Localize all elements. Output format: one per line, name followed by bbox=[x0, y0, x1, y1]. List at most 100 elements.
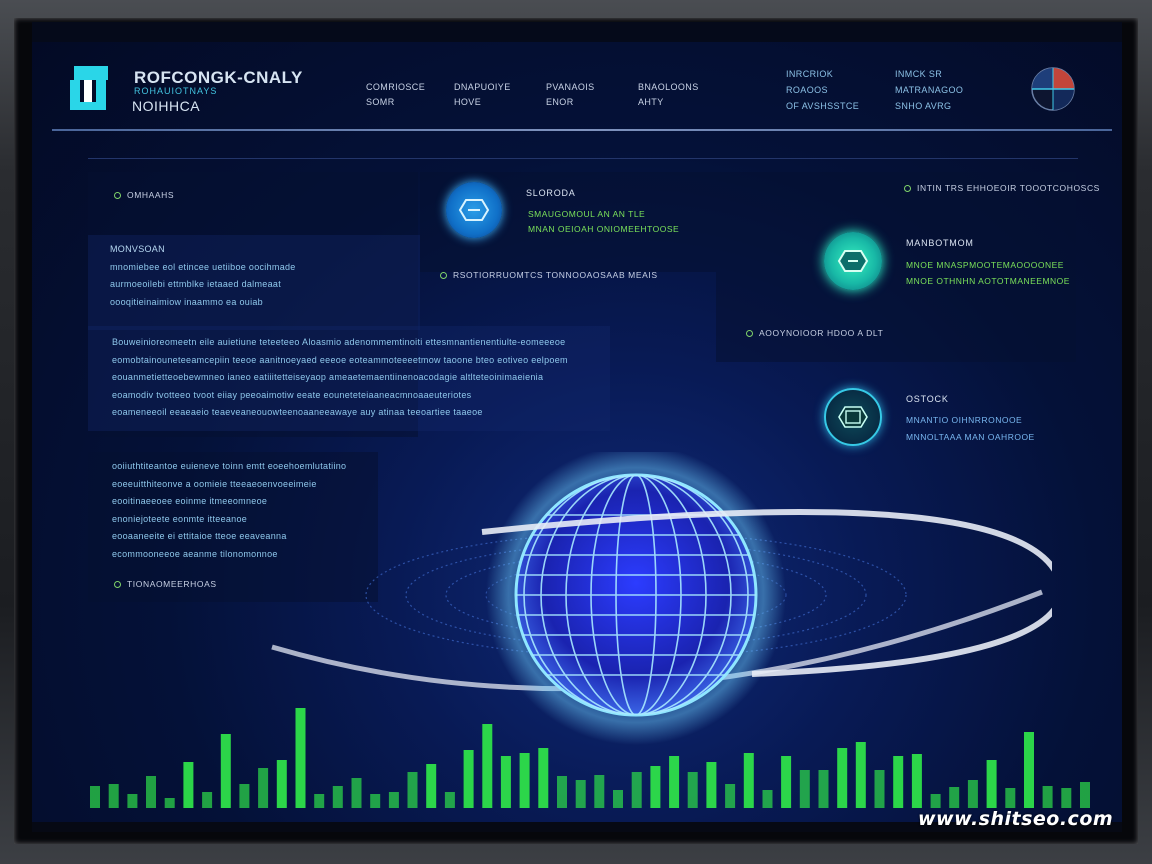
bar bbox=[519, 753, 530, 808]
bar bbox=[706, 762, 717, 808]
section-divider bbox=[88, 158, 1078, 159]
description-line: Bouweinioreomeetn eile auietiune teteete… bbox=[112, 337, 566, 347]
bar bbox=[1042, 786, 1053, 808]
bar bbox=[407, 772, 418, 808]
bar bbox=[1061, 788, 1072, 808]
bar bbox=[388, 792, 399, 808]
dashboard-screen: ROFCONGK-CNALY ROHAUIOTNAYS NOIHHCA COMR… bbox=[32, 22, 1122, 832]
bar bbox=[108, 784, 119, 808]
watermark-text: www.shitseo.com bbox=[918, 808, 1114, 830]
bar bbox=[332, 786, 343, 808]
bar bbox=[370, 794, 381, 808]
brand-tagline: ROHAUIOTNAYS bbox=[134, 86, 218, 96]
nav-item-2[interactable]: DNAPUOIYE HOVE bbox=[454, 80, 511, 110]
bar bbox=[463, 750, 474, 808]
hexagon-icon bbox=[837, 250, 869, 272]
bar bbox=[911, 754, 922, 808]
left-panel-header: OMHAAHS bbox=[114, 190, 174, 200]
bar bbox=[725, 784, 736, 808]
info-card-line: aurmoeoilebi ettmblke ietaaed dalmeaat bbox=[110, 279, 281, 289]
header-divider bbox=[52, 129, 1112, 131]
bar bbox=[874, 770, 885, 808]
right-action-button-1[interactable] bbox=[824, 232, 882, 290]
bar bbox=[613, 790, 623, 808]
bar bbox=[762, 790, 773, 808]
bar bbox=[818, 770, 829, 808]
globe-icon[interactable] bbox=[1030, 66, 1076, 112]
right-card-1-line: MNOE OTHNHN AOTOTMANEEMNOE bbox=[906, 276, 1070, 286]
right-card-2-title: OSTOCK bbox=[906, 394, 949, 404]
header-stats-a: INRCRIOK ROAOOS OF AVSHSSTCE bbox=[786, 66, 859, 114]
stat-b-1: INMCK SR bbox=[895, 69, 943, 79]
info-card-line: mnomiebee eol etincee uetiiboe oocihmade bbox=[110, 261, 296, 272]
bar bbox=[202, 792, 213, 808]
description-text: Bouweinioreomeetn eile auietiune teteete… bbox=[112, 334, 600, 422]
bar bbox=[781, 756, 792, 808]
bar bbox=[183, 762, 194, 808]
bar bbox=[949, 787, 960, 808]
bar bbox=[650, 766, 661, 808]
nav-item-2-sublabel: HOVE bbox=[454, 97, 482, 107]
stat-b-2: MATRANAGOO bbox=[895, 85, 964, 95]
bar bbox=[538, 748, 549, 808]
bar bbox=[314, 794, 325, 808]
right-action-button-2[interactable] bbox=[824, 388, 882, 446]
center-card-title: SLORODA bbox=[526, 188, 576, 198]
nav-item-1[interactable]: COMRIOSCE SOMR bbox=[366, 80, 425, 110]
bar bbox=[295, 708, 306, 808]
bar bbox=[1080, 782, 1090, 808]
info-card-line: oooqitieinaimiow inaammo ea ouiab bbox=[110, 296, 263, 307]
nav-item-3-sublabel: ENOR bbox=[546, 97, 574, 107]
bar bbox=[276, 760, 287, 808]
nav-item-1-label: COMRIOSCE bbox=[366, 82, 426, 92]
description-line: eomobtainouneteeamcepiin teeoe aanitnoey… bbox=[112, 354, 568, 365]
bar bbox=[743, 753, 754, 808]
nav-item-2-label: DNAPUOIYE bbox=[454, 82, 511, 92]
stat-a-2: ROAOOS bbox=[786, 85, 828, 95]
bar bbox=[258, 768, 269, 808]
bar bbox=[351, 778, 362, 808]
bar bbox=[500, 756, 511, 808]
hexagon-icon bbox=[458, 199, 490, 221]
right-card-2-line: MNNOLTAAA MAN OAHROOE bbox=[906, 432, 1035, 442]
bar bbox=[1024, 732, 1034, 808]
bar bbox=[986, 760, 997, 808]
hexagon-icon bbox=[838, 406, 868, 428]
center-action-button[interactable] bbox=[446, 182, 502, 238]
brand-subname: NOIHHCA bbox=[132, 98, 201, 114]
bar bbox=[220, 734, 231, 808]
stat-a-1: INRCRIOK bbox=[786, 69, 834, 79]
bar bbox=[1005, 788, 1016, 808]
bar bbox=[930, 794, 941, 808]
logo-icon[interactable] bbox=[66, 64, 112, 114]
bar bbox=[575, 780, 586, 808]
nav-item-4[interactable]: BNAOLOONS AHTY bbox=[638, 80, 699, 110]
bar bbox=[557, 776, 567, 808]
nav-item-3-label: PVANAOIS bbox=[546, 82, 595, 92]
right-card-1-line: MNOE MNASPMOOTEMAOOOONEE bbox=[906, 260, 1064, 270]
bar bbox=[893, 756, 904, 808]
center-divider-header: RSOTIORRUOMTCS TONNOOAOSAAB MEAIS bbox=[440, 270, 658, 280]
header-stats-b: INMCK SR MATRANAGOO SNHO AVRG bbox=[895, 66, 963, 114]
bar bbox=[837, 748, 848, 808]
bar bbox=[855, 742, 866, 808]
description-line: eoamodiv tvotteeo tvoot eiiay peeoaimoti… bbox=[112, 389, 472, 400]
bar bbox=[444, 792, 455, 808]
nav-item-1-sublabel: SOMR bbox=[366, 97, 395, 107]
bar bbox=[594, 775, 605, 808]
bar bbox=[669, 756, 680, 808]
bar bbox=[127, 794, 138, 808]
brand-name: ROFCONGK-CNALY bbox=[134, 68, 303, 87]
bar bbox=[146, 776, 156, 808]
right-panel-header: INTIN TRS EHHOEOIR TOOOTCOHOSCS bbox=[904, 183, 1100, 193]
description-line: eouanmetietteoebewmneo ianeo eatiiitette… bbox=[112, 372, 544, 382]
bar bbox=[164, 798, 175, 808]
nav-item-4-sublabel: AHTY bbox=[638, 97, 664, 107]
bar bbox=[799, 770, 810, 808]
bar bbox=[482, 724, 493, 808]
nav-item-4-label: BNAOLOONS bbox=[638, 82, 699, 92]
lower-left-header: TIONAOMEERHOAS bbox=[114, 579, 217, 589]
nav-item-3[interactable]: PVANAOIS ENOR bbox=[546, 80, 595, 110]
bar bbox=[631, 772, 642, 808]
right-card-1-title: MANBOTMOM bbox=[906, 238, 974, 248]
